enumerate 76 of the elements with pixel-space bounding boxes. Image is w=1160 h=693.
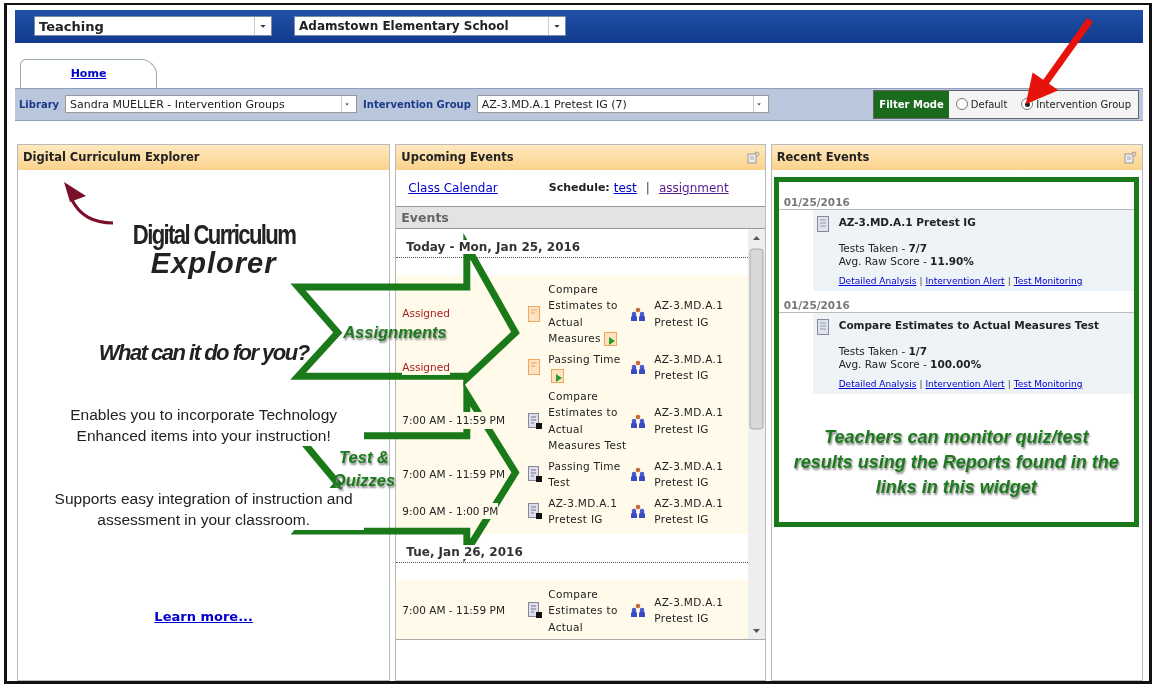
annotation-text: Teachers can monitor quiz/test results using the Reports found in the links in this widget xyxy=(792,425,1120,499)
panel-title: Digital Curriculum Explorer xyxy=(23,150,200,164)
event-group-name: AZ-3.MD.A.1 Pretest IG xyxy=(654,298,725,330)
day-heading: Today - Mon, Jan 25, 2016 xyxy=(406,239,581,254)
event-group-name: AZ-3.MD.A.1 Pretest IG xyxy=(654,458,725,490)
event-date: 01/25/2016 xyxy=(778,298,1134,313)
people-icon xyxy=(630,306,647,321)
schedule-link[interactable]: test xyxy=(613,180,637,195)
intervention-group-label: Intervention Group xyxy=(363,98,471,110)
filter-mode-radio[interactable]: Default xyxy=(948,98,1015,111)
panel-title: Recent Events xyxy=(776,150,870,164)
event-title[interactable]: Compare Estimates to Actual Measures xyxy=(548,280,631,347)
test-document-icon xyxy=(528,602,543,619)
event-group-name: AZ-3.MD.A.1 Pretest IG xyxy=(654,405,725,437)
help-icon[interactable] xyxy=(746,150,760,164)
report-link[interactable]: Detailed Analysis xyxy=(838,275,917,286)
learn-more-link[interactable]: Learn more... xyxy=(154,609,253,624)
event-time: 7:00 AM - 11:59 PM xyxy=(402,412,505,429)
filter-mode-label: Filter Mode xyxy=(874,90,949,118)
report-link[interactable]: Detailed Analysis xyxy=(838,378,917,389)
annotation-text: Assignments xyxy=(342,322,448,343)
people-icon xyxy=(630,603,647,618)
people-icon xyxy=(630,360,647,374)
people-icon xyxy=(630,504,647,518)
school-select[interactable]: Adamstown Elementary School xyxy=(294,16,566,37)
separator: | xyxy=(645,180,650,195)
separator: | xyxy=(1007,378,1011,389)
report-link[interactable]: Intervention Alert xyxy=(925,275,1005,286)
event-group-name: AZ-3.MD.A.1 Pretest IG xyxy=(654,351,725,383)
event-title[interactable]: Compare Estimates to Actual Measures Test xyxy=(548,387,631,454)
event-title: AZ-3.MD.A.1 Pretest IG xyxy=(838,215,977,228)
separator: | xyxy=(919,275,923,286)
event-group-name: AZ-3.MD.A.1 Pretest IG xyxy=(654,495,725,527)
tagline: What can it do for you? xyxy=(97,339,311,366)
schedule-label: Schedule: xyxy=(548,181,610,194)
event-date: 01/25/2016 xyxy=(778,195,1134,210)
home-tab[interactable]: Home xyxy=(20,58,157,88)
library-select[interactable]: Sandra MUELLER - Intervention Groups xyxy=(65,95,358,114)
event-title: Compare Estimates to Actual Measures Test xyxy=(838,318,1101,331)
people-icon xyxy=(630,413,647,428)
event-title[interactable]: Compare Estimates to Actual xyxy=(548,585,631,635)
event-title[interactable]: Passing Time xyxy=(548,350,631,384)
report-link[interactable]: Test Monitoring xyxy=(1013,275,1083,286)
document-icon xyxy=(528,359,541,375)
tests-taken: Tests Taken - 7/7 xyxy=(838,241,928,255)
events-heading: Events xyxy=(396,205,765,229)
document-icon xyxy=(528,305,541,322)
schedule-link[interactable]: assignment xyxy=(658,180,729,195)
day-heading: Tue, Jan 26, 2016 xyxy=(406,544,523,559)
event-time: 9:00 AM - 1:00 PM xyxy=(402,502,499,520)
library-label: Library xyxy=(19,98,60,110)
report-link[interactable]: Test Monitoring xyxy=(1013,378,1083,389)
tests-taken: Tests Taken - 1/7 xyxy=(838,344,928,358)
caret-icon xyxy=(752,96,764,113)
play-icon[interactable] xyxy=(551,369,565,383)
average-score: Avg. Raw Score - 100.00% xyxy=(838,357,983,371)
play-icon[interactable] xyxy=(603,332,617,346)
panel-title: Upcoming Events xyxy=(401,150,514,164)
report-icon xyxy=(816,318,829,335)
event-title[interactable]: AZ-3.MD.A.1 Pretest IG xyxy=(548,494,631,528)
test-document-icon xyxy=(528,503,543,519)
help-icon[interactable] xyxy=(1124,150,1137,164)
average-score: Avg. Raw Score - 11.90% xyxy=(838,254,975,268)
test-document-icon xyxy=(528,412,543,429)
people-icon xyxy=(630,467,647,481)
event-title[interactable]: Passing Time Test xyxy=(548,457,631,491)
separator: | xyxy=(1007,275,1011,286)
report-icon xyxy=(816,215,829,232)
radio-icon[interactable] xyxy=(955,98,968,111)
intervention-group-select[interactable]: AZ-3.MD.A.1 Pretest IG (7) xyxy=(476,95,769,114)
event-group-name: AZ-3.MD.A.1 Pretest IG xyxy=(654,594,725,627)
role-select[interactable]: Teaching xyxy=(34,16,272,37)
report-link[interactable]: Intervention Alert xyxy=(925,378,1005,389)
test-document-icon xyxy=(528,466,543,482)
class-calendar-link[interactable]: Class Calendar xyxy=(408,180,498,195)
separator: | xyxy=(919,378,923,389)
